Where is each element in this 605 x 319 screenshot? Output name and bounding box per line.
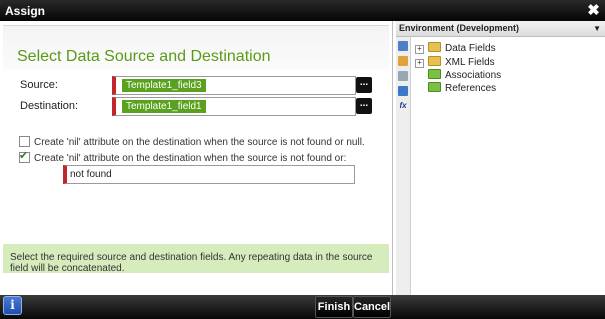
dialog-title: Assign: [5, 4, 46, 18]
nil-option-value-row: Create 'nil' attribute on the destinatio…: [19, 149, 347, 164]
finish-button[interactable]: Finish: [315, 296, 353, 318]
source-field[interactable]: Template1_field3: [112, 76, 356, 95]
source-browse-button[interactable]: ...: [356, 77, 372, 93]
title-bar: Assign ✖: [0, 0, 605, 21]
heading-band: Select Data Source and Destination: [3, 25, 389, 70]
environment-title: Environment (Development): [399, 23, 520, 33]
destination-field[interactable]: Template1_field1: [112, 97, 356, 116]
tree-item-associations[interactable]: Associations: [415, 69, 501, 81]
destination-label: Destination:: [20, 100, 79, 112]
environment-panel: Environment (Development) ▼ fx + Data Fie…: [396, 21, 605, 295]
tree-item-references[interactable]: References: [415, 82, 496, 94]
context-browser-icon[interactable]: [398, 41, 408, 51]
folder-icon: [428, 42, 441, 52]
environment-header[interactable]: Environment (Development) ▼: [396, 21, 605, 37]
text-icon[interactable]: [398, 86, 408, 96]
close-icon[interactable]: ✖: [585, 2, 602, 19]
expression-icon[interactable]: fx: [398, 101, 408, 111]
object-browser-icon[interactable]: [398, 56, 408, 66]
associations-icon: [428, 69, 441, 79]
tree-item-label: Data Fields: [445, 43, 496, 54]
nil-value-checkbox[interactable]: [19, 149, 30, 163]
tree-item-label: XML Fields: [445, 57, 495, 68]
tree-item-data-fields[interactable]: + Data Fields: [415, 42, 496, 54]
expand-icon[interactable]: +: [415, 59, 424, 68]
destination-value-chip[interactable]: Template1_field1: [122, 100, 206, 113]
hint-message: Select the required source and destinati…: [3, 244, 389, 274]
hint-text: Select the required source and destinati…: [10, 252, 373, 274]
assign-panel: Select Data Source and Destination Sourc…: [0, 21, 393, 295]
nil-null-checkbox[interactable]: [19, 136, 30, 147]
folder-icon: [428, 56, 441, 66]
page-title: Select Data Source and Destination: [17, 48, 271, 65]
source-label: Source:: [20, 79, 58, 91]
tree-item-xml-fields[interactable]: + XML Fields: [415, 56, 495, 68]
info-button[interactable]: i: [3, 296, 22, 315]
footer-bar: [0, 295, 605, 319]
environment-toolstrip: fx: [396, 37, 411, 295]
tree-item-label: References: [445, 83, 497, 94]
references-icon: [428, 82, 441, 92]
tree-item-label: Associations: [445, 70, 502, 81]
copy-icon[interactable]: [398, 71, 408, 81]
chevron-down-icon[interactable]: ▼: [593, 21, 601, 36]
nil-null-label: Create 'nil' attribute on the destinatio…: [34, 137, 365, 148]
nil-value-label: Create 'nil' attribute on the destinatio…: [34, 153, 347, 164]
cancel-button[interactable]: Cancel: [353, 296, 391, 318]
source-value-chip[interactable]: Template1_field3: [122, 79, 206, 92]
expand-icon[interactable]: +: [415, 45, 424, 54]
nil-option-null-row: Create 'nil' attribute on the destinatio…: [19, 136, 365, 148]
destination-browse-button[interactable]: ...: [356, 98, 372, 114]
not-found-value-input[interactable]: not found: [63, 165, 355, 184]
